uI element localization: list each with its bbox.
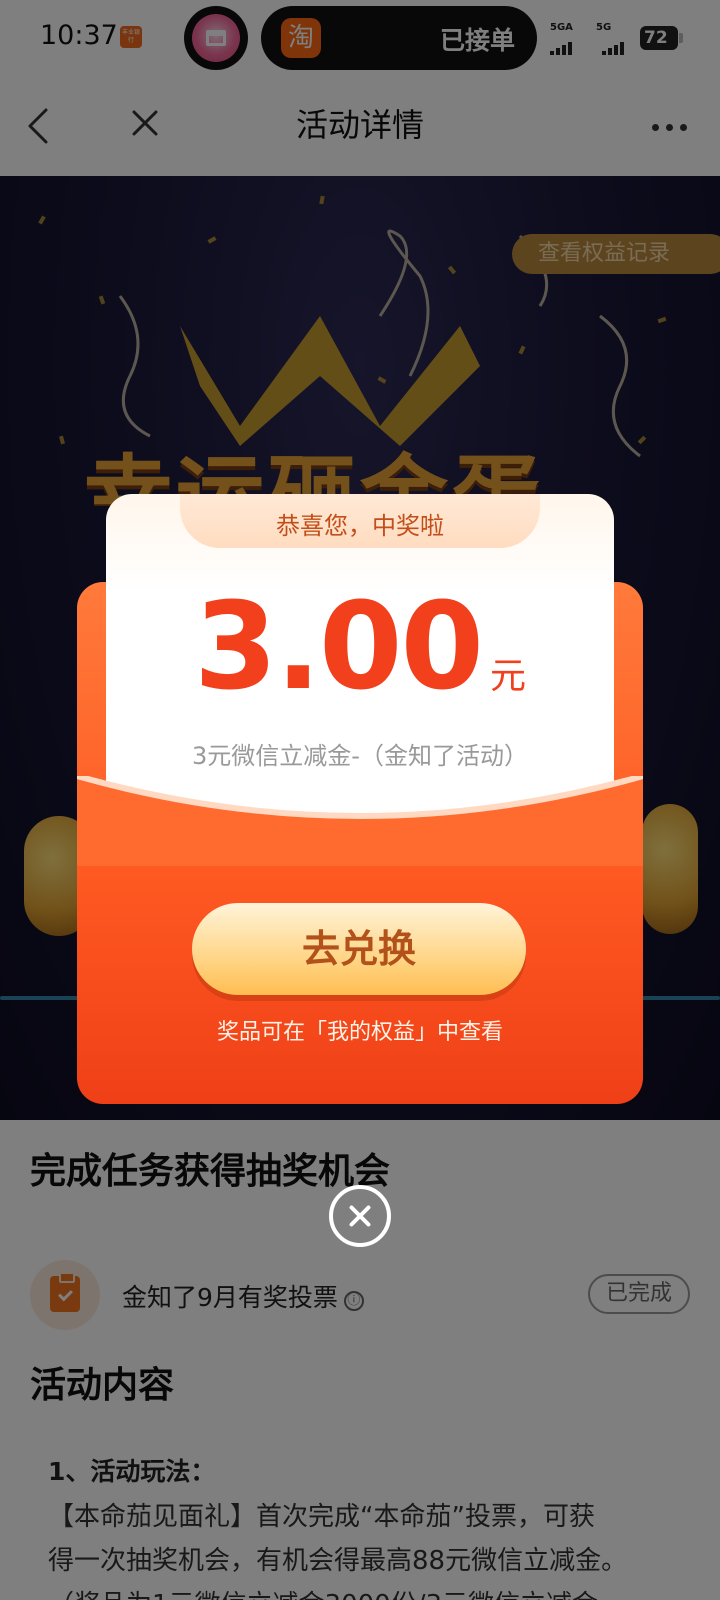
prize-amount: 3.00 元 bbox=[106, 588, 614, 708]
prize-description: 3元微信立减金-（金知了活动） bbox=[192, 742, 528, 770]
redeem-button[interactable]: 去兑换 bbox=[192, 903, 526, 995]
congrats-text: 恭喜您，中奖啦 bbox=[276, 512, 444, 540]
prize-hint: 奖品可在「我的权益」中查看 bbox=[216, 1020, 503, 1045]
app-root: 10:37 丰业银行 淘 已接单 5GA 5G 72 bbox=[0, 0, 720, 1600]
card-wave-divider bbox=[77, 776, 643, 866]
prize-amount-unit: 元 bbox=[490, 656, 527, 697]
prize-amount-value: 3.00 bbox=[193, 578, 484, 717]
close-circle-icon[interactable] bbox=[329, 1185, 391, 1247]
